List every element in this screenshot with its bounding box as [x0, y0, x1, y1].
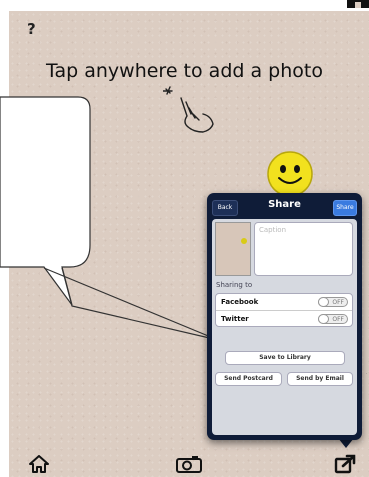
popover-content: Caption Sharing to Facebook OFF Twitter … [212, 219, 357, 435]
caption-field[interactable]: Caption [254, 222, 353, 276]
facebook-row: Facebook OFF [216, 294, 352, 311]
twitter-label: Twitter [221, 315, 249, 323]
share-popover: Back Share Share Caption Sharing to Face… [207, 193, 362, 440]
twitter-row: Twitter OFF [216, 311, 352, 327]
services-group: Facebook OFF Twitter OFF [215, 293, 353, 327]
save-to-library-button[interactable]: Save to Library [225, 351, 345, 365]
share-icon[interactable] [334, 454, 356, 474]
bottom-toolbar [0, 453, 369, 477]
facebook-label: Facebook [221, 298, 259, 306]
camera-icon[interactable] [176, 455, 202, 473]
facebook-toggle[interactable]: OFF [318, 297, 348, 307]
thumbnail-smiley [241, 238, 247, 244]
send-by-email-button[interactable]: Send by Email [287, 372, 353, 386]
sharing-to-label: Sharing to [216, 281, 253, 289]
home-icon[interactable] [29, 455, 49, 473]
twitter-toggle[interactable]: OFF [318, 314, 348, 324]
photo-thumbnail [215, 222, 251, 276]
send-postcard-button[interactable]: Send Postcard [215, 372, 282, 386]
share-button[interactable]: Share [333, 200, 357, 216]
popover-navbar: Back Share Share [207, 193, 362, 219]
